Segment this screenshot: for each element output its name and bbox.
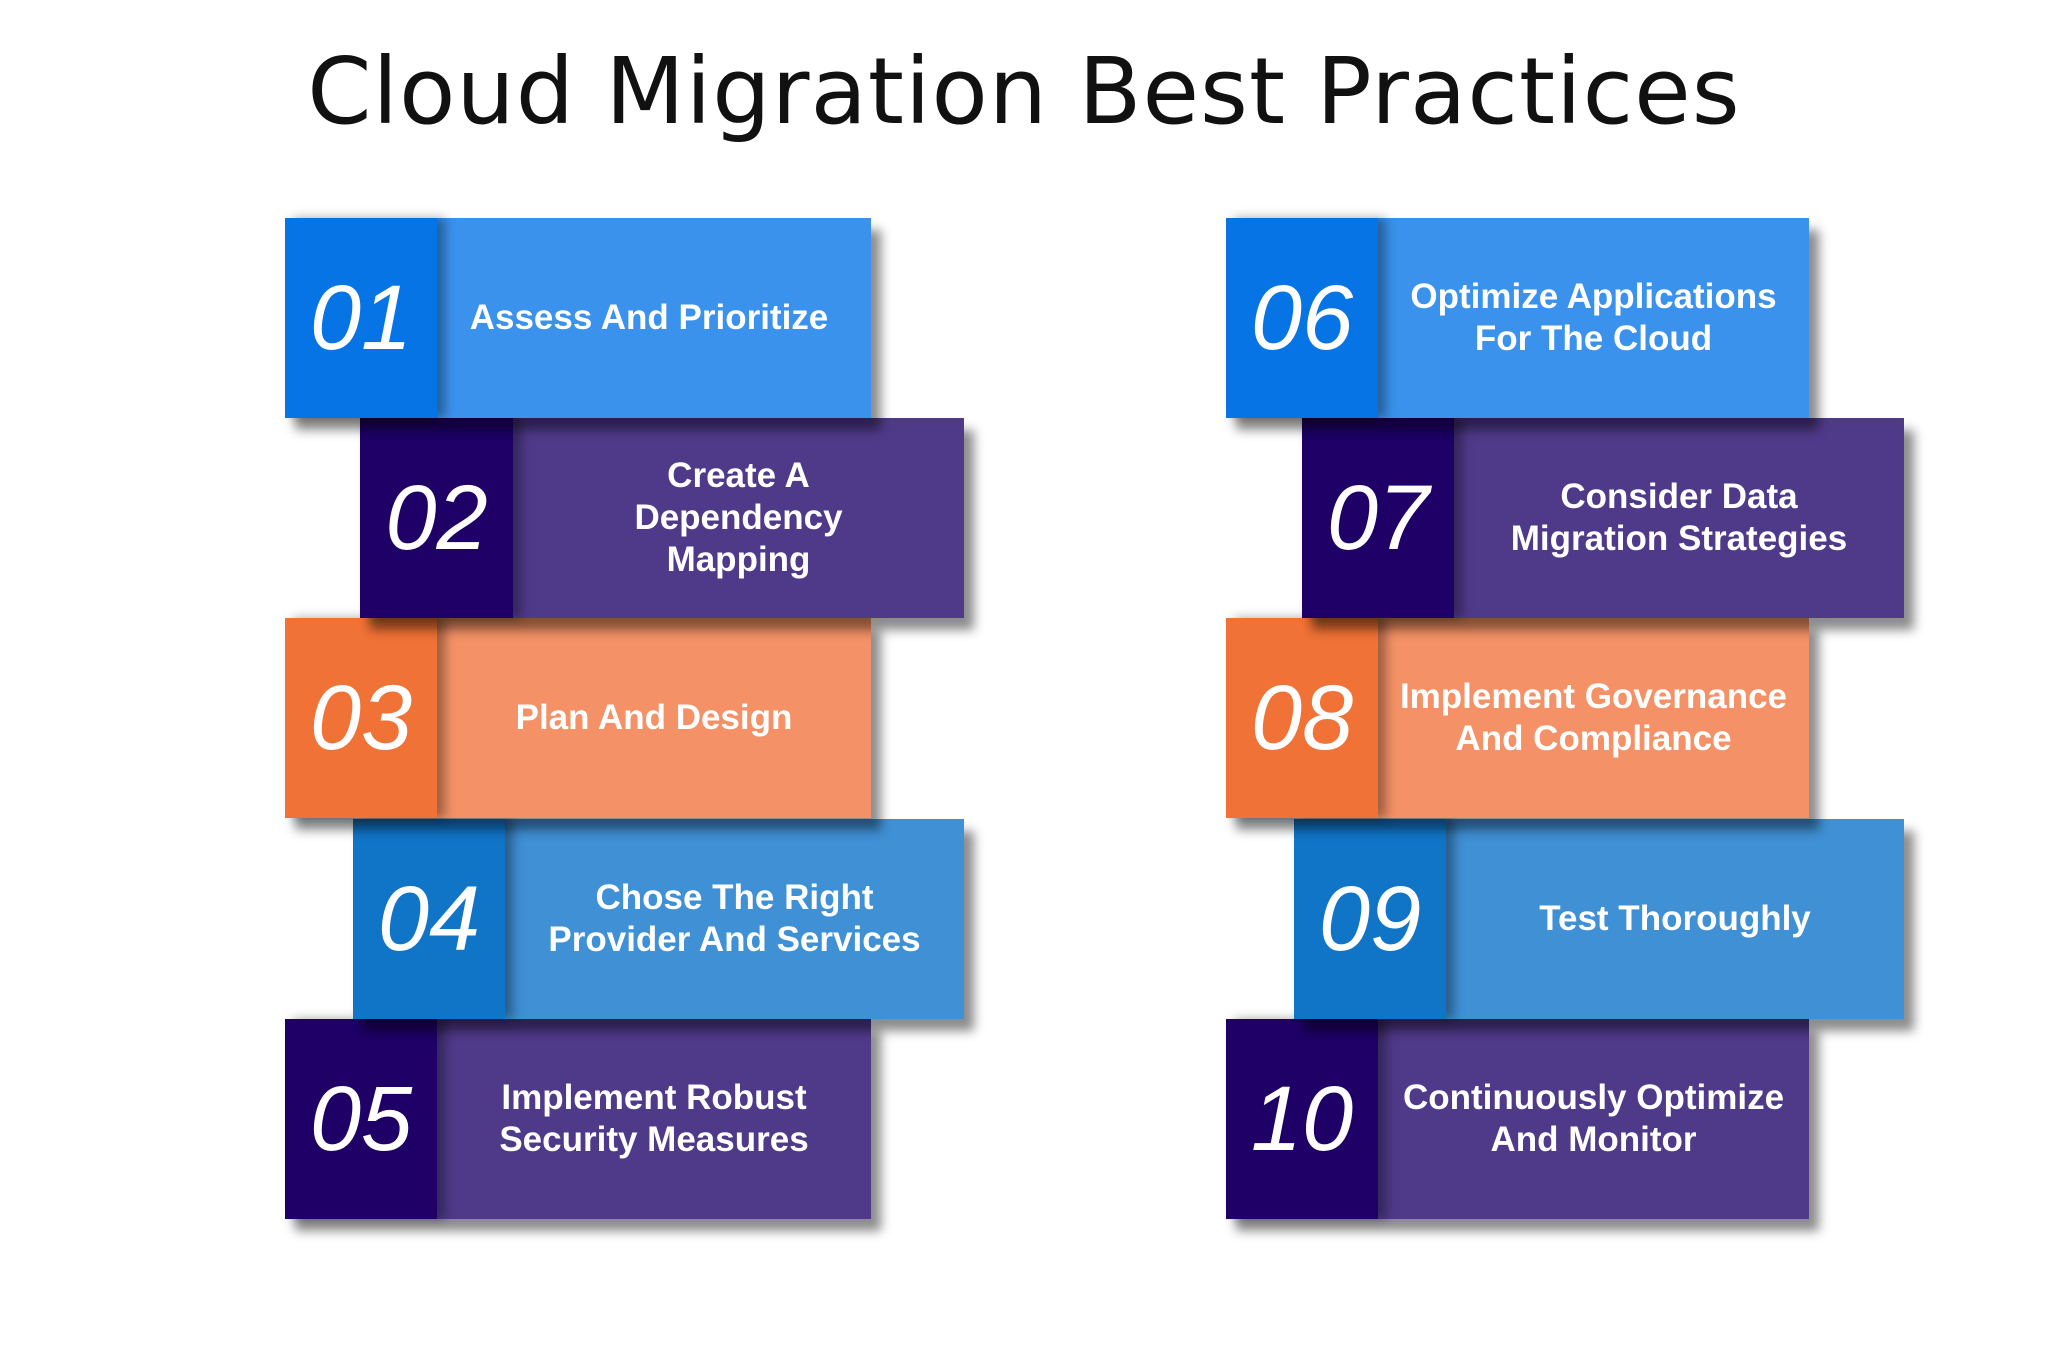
step-03: 03 Plan And Design [285, 618, 871, 818]
step-number: 07 [1302, 418, 1454, 618]
step-number: 10 [1226, 1019, 1378, 1219]
step-02: 02 Create A Dependency Mapping [360, 418, 964, 618]
step-label: Consider Data Migration Strategies [1454, 418, 1904, 618]
step-label: Chose The Right Provider And Services [505, 819, 964, 1019]
step-08: 08 Implement Governance And Compliance [1226, 618, 1809, 818]
step-label: Test Thoroughly [1446, 819, 1904, 1019]
page-title: Cloud Migration Best Practices [307, 38, 1741, 145]
step-04: 04 Chose The Right Provider And Services [353, 819, 964, 1019]
step-label: Continuously Optimize And Monitor [1378, 1019, 1809, 1219]
step-label: Plan And Design [437, 618, 871, 818]
step-number: 03 [285, 618, 437, 818]
step-07: 07 Consider Data Migration Strategies [1302, 418, 1904, 618]
step-01: 01 Assess And Prioritize [285, 218, 871, 418]
step-label: Implement Robust Security Measures [437, 1019, 871, 1219]
step-number: 01 [285, 218, 437, 418]
step-label: Optimize Applications For The Cloud [1378, 218, 1809, 418]
step-number: 02 [360, 418, 513, 618]
step-06: 06 Optimize Applications For The Cloud [1226, 218, 1809, 418]
step-number: 05 [285, 1019, 437, 1219]
step-label: Implement Governance And Compliance [1378, 618, 1809, 818]
step-number: 08 [1226, 618, 1378, 818]
step-10: 10 Continuously Optimize And Monitor [1226, 1019, 1809, 1219]
step-05: 05 Implement Robust Security Measures [285, 1019, 871, 1219]
step-label: Create A Dependency Mapping [513, 418, 964, 618]
step-09: 09 Test Thoroughly [1294, 819, 1904, 1019]
step-number: 04 [353, 819, 505, 1019]
step-label: Assess And Prioritize [437, 218, 871, 418]
step-number: 09 [1294, 819, 1446, 1019]
step-number: 06 [1226, 218, 1378, 418]
